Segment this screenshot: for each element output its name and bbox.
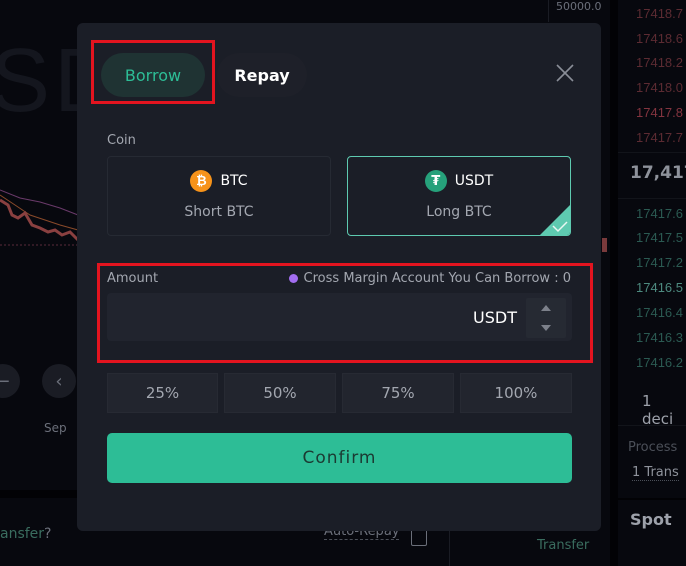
bid-row[interactable]: 17417.2 [636, 255, 683, 270]
transfer-help-text: ansfer [0, 526, 45, 542]
amount-label: Amount [107, 271, 159, 286]
ask-row[interactable]: 17418.6 [636, 31, 683, 46]
percent-75-button[interactable]: 75% [342, 373, 454, 413]
decrement-button[interactable] [526, 318, 566, 338]
coin-header: ₮ USDT [348, 170, 570, 192]
axis-divider [548, 0, 549, 22]
chart-zoom-out-button[interactable]: − [0, 364, 20, 398]
process-label: Process [628, 440, 678, 455]
coin-option-usdt[interactable]: ₮ USDT Long BTC [347, 156, 571, 236]
amount-stepper [526, 298, 566, 338]
process-step-label: Trans [644, 465, 679, 480]
decimal-selector[interactable]: 1 deci [642, 392, 686, 428]
borrowable-label: Cross Margin Account You Can Borrow : [303, 271, 559, 286]
bid-row[interactable]: 17417.6 [636, 206, 683, 221]
percent-100-button[interactable]: 100% [460, 373, 572, 413]
bid-row[interactable]: 17417.5 [636, 230, 683, 245]
percent-50-button[interactable]: 50% [224, 373, 336, 413]
percent-25-button[interactable]: 25% [107, 373, 218, 413]
coin-description: Long BTC [426, 204, 492, 220]
process-step[interactable]: 1 Trans [632, 465, 679, 481]
ask-row[interactable]: 17418.7 [636, 6, 683, 21]
coin-header: ₿ BTC [108, 170, 330, 192]
bid-row[interactable]: 17416.4 [636, 305, 683, 320]
borrowable-info: Cross Margin Account You Can Borrow : 0 [288, 271, 571, 286]
bitcoin-icon: ₿ [190, 170, 213, 192]
order-book: 17418.7 17418.6 17418.2 17418.0 17417.8 … [618, 0, 686, 566]
ask-row[interactable]: 17417.8 [636, 105, 683, 120]
bid-row[interactable]: 17416.3 [636, 330, 683, 345]
coin-label: Coin [107, 133, 136, 148]
borrow-repay-dialog: Borrow Repay Coin ₿ BTC Short BTC ₮ USDT… [77, 23, 601, 531]
confirm-button[interactable]: Confirm [107, 433, 572, 483]
caret-up-icon [541, 305, 551, 311]
chart-price-axis-label: 50000.0 [556, 0, 602, 13]
divider [618, 198, 686, 199]
mid-price: 17,417 [630, 163, 686, 183]
tab-borrow[interactable]: Borrow [101, 53, 205, 97]
price-marker [602, 238, 607, 252]
coin-symbol: USDT [454, 173, 494, 189]
transfer-help-link[interactable]: ansfer? [0, 526, 51, 542]
bid-row[interactable]: 17416.5 [636, 280, 683, 295]
transfer-link[interactable]: Transfer [537, 538, 589, 553]
coin-description: Short BTC [184, 204, 254, 220]
borrowable-value: 0 [562, 271, 571, 286]
increment-button[interactable] [526, 298, 566, 318]
panel-divider [0, 490, 78, 498]
amount-unit: USDT [473, 308, 517, 327]
close-icon [556, 64, 574, 82]
price-chart-fragment [0, 189, 80, 246]
divider [618, 498, 686, 500]
chart-x-axis-label: Sep [44, 421, 67, 435]
question-mark: ? [44, 526, 52, 542]
chart-scroll-left-button[interactable]: ‹ [42, 364, 76, 398]
panel-divider [610, 0, 618, 566]
ask-row[interactable]: 17418.2 [636, 55, 683, 70]
selected-check-icon [540, 205, 570, 235]
spot-tab[interactable]: Spot [630, 510, 672, 529]
ask-row[interactable]: 17417.7 [636, 130, 683, 145]
tab-repay[interactable]: Repay [217, 53, 307, 97]
amount-field: USDT [107, 293, 572, 341]
coin-option-btc[interactable]: ₿ BTC Short BTC [107, 156, 331, 236]
divider [618, 425, 686, 426]
close-button[interactable] [552, 60, 578, 86]
ask-row[interactable]: 17418.0 [636, 80, 683, 95]
divider [618, 152, 686, 153]
borrow-indicator-dot [288, 274, 298, 283]
caret-down-icon [541, 325, 551, 331]
tether-icon: ₮ [424, 170, 447, 192]
process-step-number: 1 [632, 465, 641, 480]
bid-row[interactable]: 17416.2 [636, 355, 683, 370]
amount-input[interactable] [107, 293, 467, 341]
coin-symbol: BTC [220, 173, 248, 189]
